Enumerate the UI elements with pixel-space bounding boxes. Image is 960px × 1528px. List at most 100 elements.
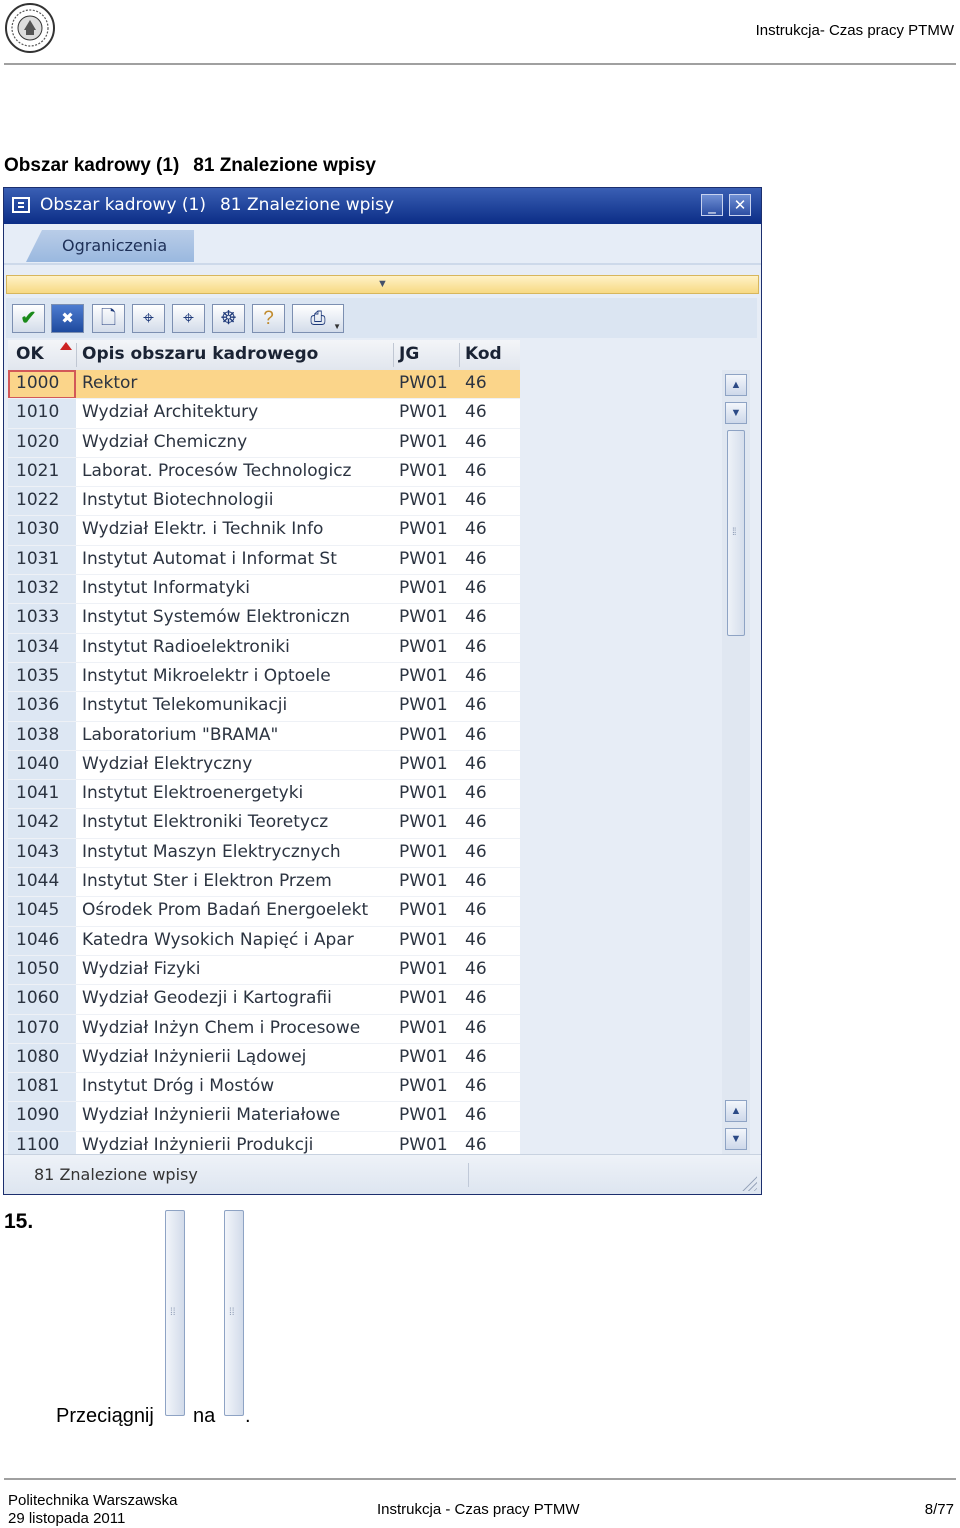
cell-jg[interactable]: PW01 bbox=[399, 871, 448, 891]
scroll-up-icon[interactable]: ▲ bbox=[725, 374, 747, 396]
cell-jg[interactable]: PW01 bbox=[399, 1018, 448, 1038]
table-row[interactable]: 1035 Instytut Mikroelektr i Optoele PW01 46 bbox=[8, 662, 520, 693]
cell-ok[interactable]: 1050 bbox=[8, 955, 76, 986]
cell-kod[interactable]: 46 bbox=[465, 695, 487, 715]
cell-ok[interactable]: 1031 bbox=[8, 545, 76, 576]
table-row[interactable]: 1030 Wydział Elektr. i Technik Info PW01 46 bbox=[8, 516, 520, 547]
cell-ok[interactable]: 1044 bbox=[8, 868, 76, 898]
cell-ok[interactable]: 1010 bbox=[8, 399, 76, 429]
dialog-title-bar[interactable]: Obszar kadrowy (1) 81 Znalezione wpisy _ … bbox=[4, 188, 761, 224]
cell-ok[interactable]: 1020 bbox=[8, 428, 76, 458]
cell-ok[interactable]: 1038 bbox=[8, 721, 76, 751]
find-icon[interactable]: ⌖ bbox=[132, 304, 165, 333]
column-separator[interactable] bbox=[76, 343, 77, 367]
resize-grip-icon[interactable] bbox=[739, 1173, 757, 1191]
cancel-icon[interactable]: ✖ bbox=[51, 304, 84, 333]
table-row[interactable]: 1050 Wydział Fizyki PW01 46 bbox=[8, 955, 520, 986]
cell-description[interactable]: Wydział Inżynierii Produkcji bbox=[82, 1135, 313, 1154]
cell-jg[interactable]: PW01 bbox=[399, 373, 448, 393]
multiple-selection-icon[interactable]: ☸ bbox=[212, 304, 245, 333]
cell-description[interactable]: Wydział Geodezji i Kartografii bbox=[82, 988, 332, 1008]
table-row[interactable]: 1021 Laborat. Procesów Technologicz PW01 46 bbox=[8, 457, 520, 488]
cell-description[interactable]: Wydział Inżyn Chem i Procesowe bbox=[82, 1018, 360, 1038]
cell-jg[interactable]: PW01 bbox=[399, 695, 448, 715]
cell-description[interactable]: Instytut Elektroenergetyki bbox=[82, 783, 303, 803]
cell-description[interactable]: Laborat. Procesów Technologicz bbox=[82, 461, 351, 481]
cell-ok[interactable]: 1036 bbox=[8, 692, 76, 722]
cell-ok[interactable]: 1022 bbox=[8, 487, 76, 517]
help-icon[interactable]: ? bbox=[252, 304, 285, 333]
cell-kod[interactable]: 46 bbox=[465, 783, 487, 803]
table-row[interactable]: 1090 Wydział Inżynierii Materiałowe PW01 46 bbox=[8, 1102, 520, 1133]
column-separator[interactable] bbox=[393, 343, 394, 367]
new-document-icon[interactable]: 🗋 bbox=[92, 304, 125, 333]
table-row[interactable]: 1045 Ośrodek Prom Badań Energoelekt PW01 46 bbox=[8, 897, 520, 927]
cell-ok[interactable]: 1033 bbox=[8, 604, 76, 634]
cell-kod[interactable]: 46 bbox=[465, 666, 487, 686]
cell-description[interactable]: Wydział Fizyki bbox=[82, 959, 200, 979]
cell-ok[interactable]: 1090 bbox=[8, 1102, 76, 1132]
table-row[interactable]: 1042 Instytut Elektroniki Teoretycz PW01 46 bbox=[8, 809, 520, 840]
cell-jg[interactable]: PW01 bbox=[399, 725, 448, 745]
cell-kod[interactable]: 46 bbox=[465, 930, 487, 950]
table-row[interactable]: 1100 Wydział Inżynierii Produkcji PW01 46 bbox=[8, 1131, 520, 1154]
cell-description[interactable]: Wydział Architektury bbox=[82, 402, 258, 422]
cell-kod[interactable]: 46 bbox=[465, 725, 487, 745]
cell-ok[interactable]: 1000 bbox=[8, 370, 76, 400]
cell-description[interactable]: Wydział Elektr. i Technik Info bbox=[82, 519, 323, 539]
table-row[interactable]: 1022 Instytut Biotechnologii PW01 46 bbox=[8, 487, 520, 517]
cell-kod[interactable]: 46 bbox=[465, 607, 487, 627]
cell-jg[interactable]: PW01 bbox=[399, 1076, 448, 1096]
cell-jg[interactable]: PW01 bbox=[399, 607, 448, 627]
table-row[interactable]: 1060 Wydział Geodezji i Kartografii PW01 46 bbox=[8, 985, 520, 1015]
table-row[interactable]: 1036 Instytut Telekomunikacji PW01 46 bbox=[8, 692, 520, 722]
cell-ok[interactable]: 1030 bbox=[8, 516, 76, 546]
cell-ok[interactable]: 1042 bbox=[8, 809, 76, 839]
table-row[interactable]: 1010 Wydział Architektury PW01 46 bbox=[8, 399, 520, 429]
table-row[interactable]: 1034 Instytut Radioelektroniki PW01 46 bbox=[8, 633, 520, 664]
cell-description[interactable]: Instytut Automat i Informat St bbox=[82, 549, 337, 569]
table-row[interactable]: 1081 Instytut Dróg i Mostów PW01 46 bbox=[8, 1073, 520, 1103]
cell-jg[interactable]: PW01 bbox=[399, 432, 448, 452]
cell-description[interactable]: Instytut Telekomunikacji bbox=[82, 695, 287, 715]
cell-description[interactable]: Wydział Elektryczny bbox=[82, 754, 252, 774]
cell-description[interactable]: Instytut Elektroniki Teoretycz bbox=[82, 812, 328, 832]
column-header-kod[interactable]: Kod bbox=[465, 344, 502, 364]
table-row[interactable]: 1070 Wydział Inżyn Chem i Procesowe PW01 46 bbox=[8, 1014, 520, 1045]
cell-kod[interactable]: 46 bbox=[465, 959, 487, 979]
cell-jg[interactable]: PW01 bbox=[399, 1105, 448, 1125]
cell-jg[interactable]: PW01 bbox=[399, 549, 448, 569]
cell-jg[interactable]: PW01 bbox=[399, 842, 448, 862]
cell-description[interactable]: Instytut Dróg i Mostów bbox=[82, 1076, 274, 1096]
close-button[interactable]: ✕ bbox=[729, 194, 751, 216]
cell-kod[interactable]: 46 bbox=[465, 871, 487, 891]
restrictions-splitter[interactable]: ▼ bbox=[6, 275, 759, 294]
table-row[interactable]: 1041 Instytut Elektroenergetyki PW01 46 bbox=[8, 780, 520, 810]
cell-description[interactable]: Instytut Mikroelektr i Optoele bbox=[82, 666, 331, 686]
cell-kod[interactable]: 46 bbox=[465, 1135, 487, 1154]
window-menu-icon[interactable] bbox=[12, 197, 30, 213]
table-row[interactable]: 1046 Katedra Wysokich Napięć i Apar PW01 46 bbox=[8, 926, 520, 957]
find-next-icon[interactable]: ⌖ bbox=[172, 304, 205, 333]
cell-jg[interactable]: PW01 bbox=[399, 783, 448, 803]
cell-description[interactable]: Instytut Informatyki bbox=[82, 578, 250, 598]
cell-ok[interactable]: 1081 bbox=[8, 1073, 76, 1103]
table-row[interactable]: 1031 Instytut Automat i Informat St PW01 46 bbox=[8, 545, 520, 576]
cell-jg[interactable]: PW01 bbox=[399, 900, 448, 920]
cell-jg[interactable]: PW01 bbox=[399, 578, 448, 598]
cell-kod[interactable]: 46 bbox=[465, 1076, 487, 1096]
cell-jg[interactable]: PW01 bbox=[399, 959, 448, 979]
cell-description[interactable]: Instytut Maszyn Elektrycznych bbox=[82, 842, 341, 862]
cell-kod[interactable]: 46 bbox=[465, 812, 487, 832]
cell-ok[interactable]: 1040 bbox=[8, 750, 76, 781]
table-row[interactable]: 1000 Rektor PW01 46 bbox=[8, 370, 520, 400]
cell-jg[interactable]: PW01 bbox=[399, 812, 448, 832]
cell-ok[interactable]: 1100 bbox=[8, 1131, 76, 1154]
cell-ok[interactable]: 1032 bbox=[8, 575, 76, 605]
tab-restrictions[interactable]: Ograniczenia bbox=[26, 230, 194, 262]
cell-kod[interactable]: 46 bbox=[465, 842, 487, 862]
cell-jg[interactable]: PW01 bbox=[399, 754, 448, 774]
cell-kod[interactable]: 46 bbox=[465, 578, 487, 598]
cell-kod[interactable]: 46 bbox=[465, 754, 487, 774]
cell-ok[interactable]: 1041 bbox=[8, 780, 76, 810]
